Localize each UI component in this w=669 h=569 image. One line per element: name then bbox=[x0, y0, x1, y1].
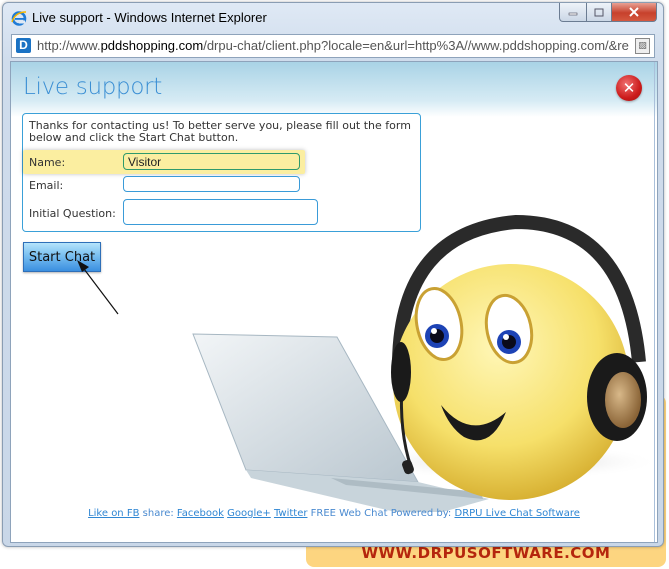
close-icon bbox=[629, 7, 639, 17]
page-title: Live support bbox=[23, 74, 162, 100]
twitter-link[interactable]: Twitter bbox=[274, 508, 308, 519]
intro-text: Thanks for contacting us! To better serv… bbox=[29, 119, 411, 144]
maximize-button[interactable] bbox=[587, 3, 612, 22]
email-label: Email: bbox=[29, 179, 64, 192]
footer-links: Like on FB share: Facebook Google+ Twitt… bbox=[11, 508, 657, 519]
address-bar[interactable]: D http://www.pddshopping.com/drpu-chat/c… bbox=[11, 34, 655, 58]
minimize-button[interactable] bbox=[559, 3, 587, 22]
window-controls bbox=[559, 3, 657, 22]
url-domain: pddshopping.com bbox=[100, 38, 204, 53]
drpu-live-chat-link[interactable]: DRPU Live Chat Software bbox=[455, 508, 580, 519]
name-input[interactable] bbox=[123, 153, 300, 170]
url-text[interactable]: http://www.pddshopping.com/drpu-chat/cli… bbox=[37, 38, 629, 53]
minimize-icon bbox=[568, 12, 578, 16]
title-bar: Live support - Windows Internet Explorer bbox=[3, 3, 663, 33]
initial-question-label: Initial Question: bbox=[29, 207, 116, 220]
name-label: Name: bbox=[29, 156, 66, 169]
internet-explorer-icon bbox=[11, 11, 27, 26]
initial-question-input[interactable] bbox=[123, 199, 318, 225]
share-label: share: bbox=[142, 508, 174, 519]
url-prefix: http://www. bbox=[37, 38, 101, 53]
ie-window: Live support - Windows Internet Explorer… bbox=[2, 2, 664, 547]
window-title: Live support - Windows Internet Explorer bbox=[32, 10, 267, 25]
maximize-icon bbox=[594, 8, 604, 16]
like-on-fb-link[interactable]: Like on FB bbox=[88, 508, 139, 519]
page-content: Live support ✕ Thanks for contacting us!… bbox=[10, 61, 658, 543]
powered-by-text: FREE Web Chat Powered by: bbox=[310, 508, 452, 519]
window-close-button[interactable] bbox=[612, 3, 657, 22]
pointer-arrow-icon bbox=[77, 260, 119, 315]
site-favicon-icon: D bbox=[16, 38, 31, 53]
url-path: /drpu-chat/client.php?locale=en&url=http… bbox=[203, 38, 629, 53]
close-icon: ✕ bbox=[622, 79, 636, 97]
contact-form: Thanks for contacting us! To better serv… bbox=[22, 113, 421, 232]
close-chat-button[interactable]: ✕ bbox=[616, 75, 642, 101]
facebook-link[interactable]: Facebook bbox=[177, 508, 224, 519]
email-input[interactable] bbox=[123, 176, 300, 192]
right-edge bbox=[654, 62, 655, 542]
compatibility-view-icon[interactable]: ▨ bbox=[635, 38, 650, 54]
google-plus-link[interactable]: Google+ bbox=[227, 508, 271, 519]
support-smiley-illustration bbox=[192, 214, 657, 512]
